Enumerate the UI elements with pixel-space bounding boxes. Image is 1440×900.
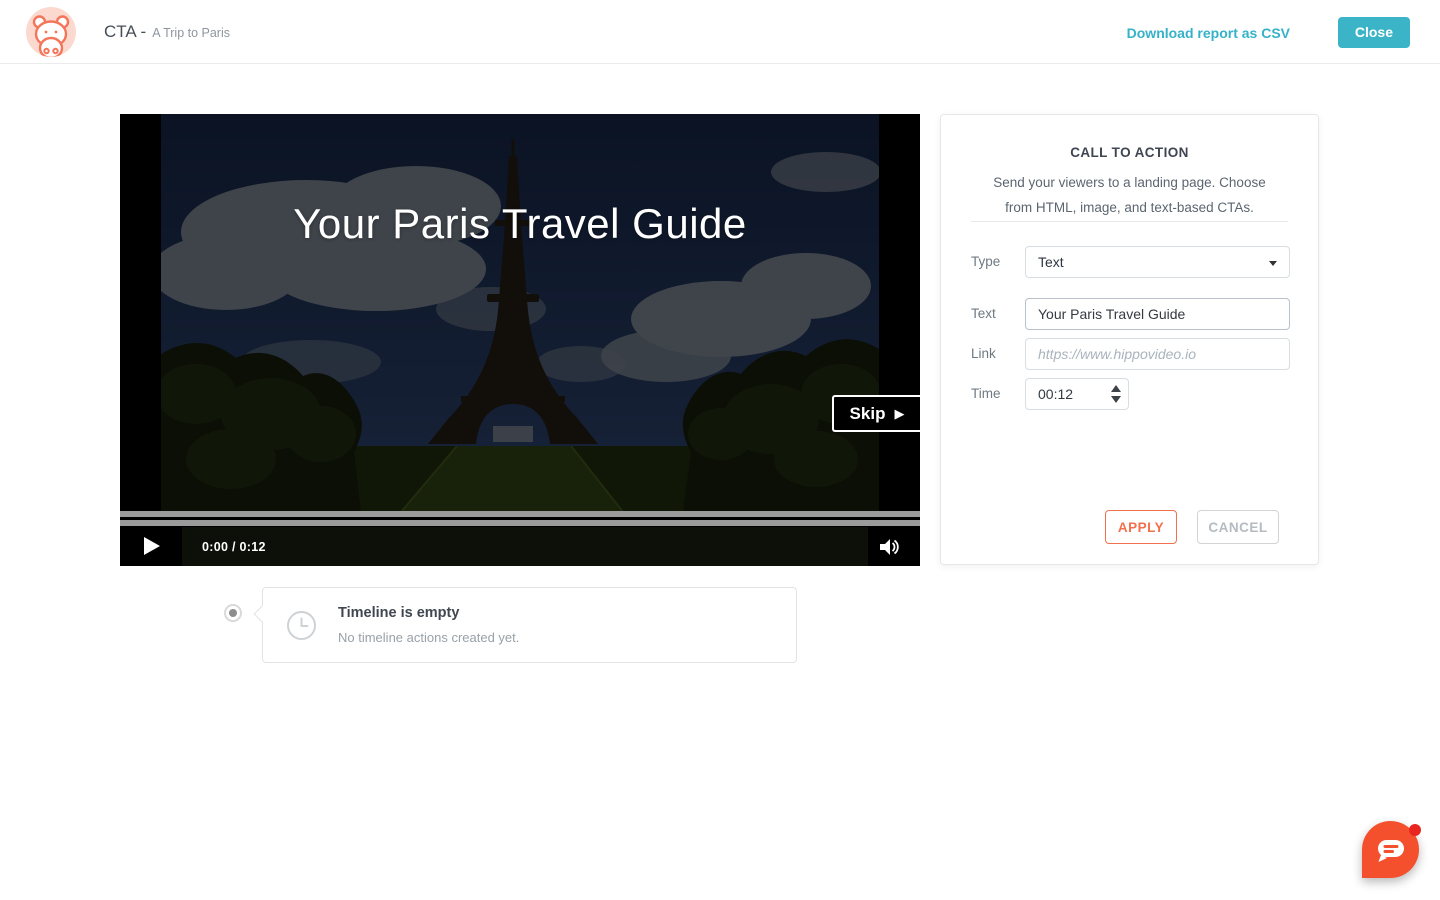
- video-player: Your Paris Travel Guide Skip ▶ 0:00 / 0:…: [120, 114, 920, 566]
- skip-button-label: Skip: [850, 404, 886, 424]
- type-select[interactable]: Text: [1025, 246, 1290, 278]
- panel-divider: [971, 221, 1288, 222]
- timeline-empty-subtitle: No timeline actions created yet.: [338, 630, 519, 645]
- timeline-empty-card: Timeline is empty No timeline actions cr…: [262, 587, 797, 663]
- time-stepper-down-icon[interactable]: [1111, 396, 1121, 403]
- link-input[interactable]: [1025, 338, 1290, 370]
- type-label: Type: [971, 254, 1000, 269]
- secondary-progress-bar[interactable]: [120, 520, 920, 526]
- page-title: CTA -: [104, 22, 146, 42]
- timeline-marker-dot: [224, 604, 242, 622]
- type-select-value: Text: [1038, 254, 1064, 270]
- chevron-down-icon: [1269, 261, 1277, 266]
- timeline-card-pointer: [254, 606, 271, 623]
- text-label: Text: [971, 306, 996, 321]
- skip-button[interactable]: Skip ▶: [832, 395, 920, 432]
- cta-panel: CALL TO ACTION Send your viewers to a la…: [940, 114, 1319, 565]
- timeline-empty-title: Timeline is empty: [338, 605, 459, 621]
- video-surface[interactable]: Your Paris Travel Guide: [161, 114, 879, 512]
- app-root: CTA - A Trip to Paris Download report as…: [0, 0, 1440, 900]
- apply-button[interactable]: APPLY: [1105, 510, 1177, 544]
- time-stepper: [1111, 385, 1123, 403]
- breadcrumb: CTA - A Trip to Paris: [104, 0, 230, 64]
- time-stepper-up-icon[interactable]: [1111, 385, 1121, 392]
- cancel-button[interactable]: CANCEL: [1197, 510, 1279, 544]
- link-label: Link: [971, 346, 996, 361]
- video-overlay-title: Your Paris Travel Guide: [161, 200, 879, 248]
- play-button[interactable]: [144, 537, 160, 555]
- time-display: 0:00 / 0:12: [202, 540, 266, 554]
- video-controls-bar: 0:00 / 0:12: [120, 527, 920, 566]
- hippo-logo-icon: [26, 7, 76, 57]
- clock-icon: [286, 610, 317, 641]
- panel-description: Send your viewers to a landing page. Cho…: [979, 171, 1280, 221]
- page-subtitle: A Trip to Paris: [152, 26, 230, 40]
- panel-title: CALL TO ACTION: [941, 145, 1318, 160]
- time-label: Time: [971, 386, 1001, 401]
- download-report-link[interactable]: Download report as CSV: [1127, 25, 1290, 41]
- text-input[interactable]: [1025, 298, 1290, 330]
- notification-badge: [1409, 824, 1421, 836]
- paris-eiffel-scene: [161, 114, 879, 512]
- close-button[interactable]: Close: [1338, 17, 1410, 48]
- skip-play-icon: ▶: [894, 406, 904, 422]
- volume-icon[interactable]: [878, 536, 900, 558]
- header: CTA - A Trip to Paris Download report as…: [0, 0, 1440, 64]
- seek-bar[interactable]: [120, 511, 920, 517]
- timeline-marker-inner-dot: [229, 609, 237, 617]
